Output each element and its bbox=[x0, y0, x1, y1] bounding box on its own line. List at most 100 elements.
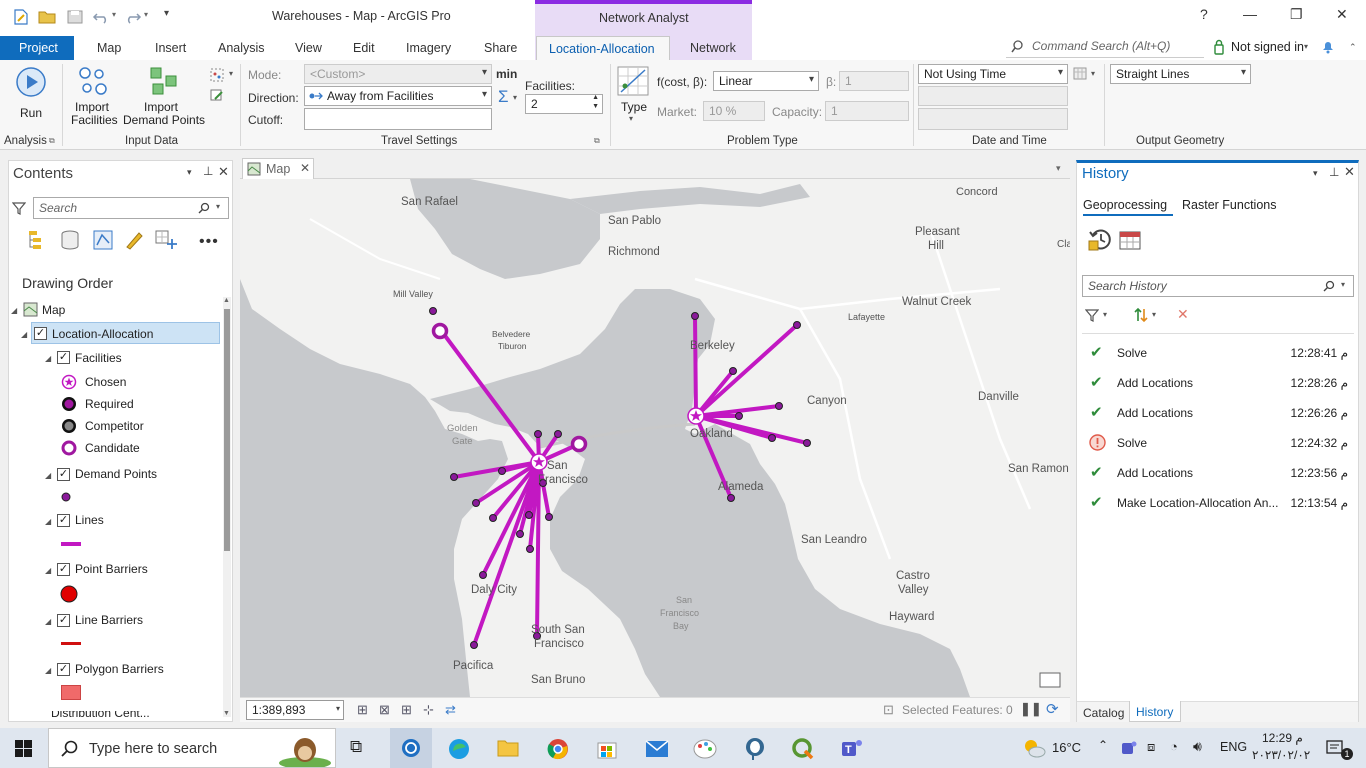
help-button[interactable]: ? bbox=[1200, 6, 1208, 22]
travel-launcher-icon[interactable]: ⧉ bbox=[594, 136, 600, 146]
refresh-icon[interactable]: ⟳ bbox=[1046, 700, 1059, 718]
tree-location-allocation[interactable]: Location-Allocation bbox=[52, 327, 153, 341]
history-item[interactable]: ✔ Add Locations 12:26:26 م bbox=[1077, 400, 1358, 426]
close-button[interactable]: ✕ bbox=[1336, 6, 1348, 23]
search-dropdown-icon[interactable]: ▾ bbox=[216, 202, 220, 211]
drawing-order-icon[interactable] bbox=[27, 229, 49, 251]
select-dropdown-icon[interactable]: ▾ bbox=[229, 69, 233, 78]
select-features-icon[interactable] bbox=[210, 68, 224, 82]
map-tab-menu-icon[interactable]: ▾ bbox=[1056, 163, 1061, 174]
market-input[interactable]: 10 % bbox=[703, 101, 765, 121]
tab-catalog[interactable]: Catalog bbox=[1083, 706, 1124, 720]
lines-collapse-icon[interactable]: ◢ bbox=[45, 517, 51, 526]
cutoff-input[interactable] bbox=[304, 108, 492, 130]
history-calendar-icon[interactable] bbox=[1119, 229, 1141, 251]
facilities-collapse-icon[interactable]: ◢ bbox=[45, 354, 51, 363]
history-item[interactable]: Solve 12:24:32 م bbox=[1077, 430, 1358, 456]
layer-collapse-icon[interactable]: ◢ bbox=[21, 330, 27, 339]
tree-distribution-row[interactable]: Distribution Cent... bbox=[9, 711, 223, 721]
demand-checkbox[interactable]: ✓ bbox=[57, 468, 70, 481]
redo-dropdown-icon[interactable]: ▾ bbox=[144, 10, 148, 19]
tab-location-allocation[interactable]: Location-Allocation bbox=[536, 36, 670, 61]
ms-store-icon[interactable] bbox=[596, 738, 618, 760]
output-geometry-select[interactable]: Straight Lines bbox=[1110, 64, 1251, 84]
tab-imagery[interactable]: Imagery bbox=[406, 41, 451, 55]
chrome-icon[interactable] bbox=[547, 738, 569, 760]
map-canvas[interactable]: San Rafael San Pablo Richmond Concord Pl… bbox=[240, 179, 1070, 697]
input-language[interactable]: ENG bbox=[1220, 740, 1247, 754]
map-tab-close-icon[interactable]: ✕ bbox=[300, 161, 310, 175]
taskbar-search-input[interactable]: Type here to search bbox=[48, 728, 336, 768]
snapping-icon[interactable] bbox=[154, 229, 178, 251]
contents-scrollbar-thumb[interactable] bbox=[224, 309, 230, 551]
history-pane-menu-icon[interactable]: ▾ bbox=[1313, 168, 1318, 179]
facilities-checkbox[interactable]: ✓ bbox=[57, 351, 70, 364]
redo-icon[interactable] bbox=[124, 9, 142, 25]
tab-history-bottom[interactable]: History bbox=[1129, 701, 1181, 722]
mail-icon[interactable] bbox=[645, 740, 669, 758]
run-button[interactable]: Run bbox=[8, 66, 54, 122]
navigation-icon[interactable]: ⇄ bbox=[445, 702, 456, 718]
postgresql-icon[interactable] bbox=[744, 737, 766, 761]
tree-demand-points[interactable]: Demand Points bbox=[75, 467, 157, 481]
point-barriers-checkbox[interactable]: ✓ bbox=[57, 563, 70, 576]
tab-analysis[interactable]: Analysis bbox=[218, 41, 265, 55]
minimize-button[interactable]: — bbox=[1243, 6, 1257, 22]
tree-facilities[interactable]: Facilities bbox=[75, 351, 122, 365]
tab-share[interactable]: Share bbox=[484, 41, 517, 55]
history-search-input[interactable]: Search History ▾ bbox=[1082, 275, 1354, 297]
history-item[interactable]: ✔ Add Locations 12:23:56 م bbox=[1077, 460, 1358, 486]
selection-icon[interactable] bbox=[92, 229, 114, 251]
tab-network[interactable]: Network bbox=[690, 41, 736, 55]
calendar-icon[interactable] bbox=[1073, 67, 1087, 80]
sign-in-dropdown-icon[interactable]: ▾ bbox=[1304, 42, 1308, 51]
sort-dropdown-icon[interactable]: ▾ bbox=[1152, 310, 1156, 319]
problem-type-button[interactable]: Type ▾ bbox=[615, 64, 653, 124]
customize-qat-icon[interactable]: ▾ bbox=[164, 8, 169, 19]
history-filter-dropdown-icon[interactable]: ▾ bbox=[1103, 310, 1107, 319]
history-close-icon[interactable]: ✕ bbox=[1344, 164, 1355, 180]
lines-checkbox[interactable]: ✓ bbox=[57, 514, 70, 527]
direction-select[interactable]: Away from Facilities bbox=[304, 86, 492, 106]
pin-icon[interactable]: ⊥ bbox=[203, 164, 213, 178]
scale-select[interactable]: 1:389,893 ▾ bbox=[246, 700, 344, 720]
tree-map[interactable]: Map bbox=[42, 303, 65, 317]
ribbon-collapse-icon[interactable]: ⌃ bbox=[1349, 42, 1357, 53]
pause-drawing-icon[interactable]: ❚❚ bbox=[1020, 701, 1042, 717]
map-extent-icon[interactable]: ⊞ bbox=[357, 702, 368, 718]
pane-close-icon[interactable]: ✕ bbox=[218, 164, 229, 180]
task-view-icon[interactable]: ⧉ bbox=[350, 737, 362, 757]
tree-distribution-center[interactable]: Distribution Cent... bbox=[51, 711, 150, 720]
import-facilities-button[interactable]: Import Facilities bbox=[68, 64, 118, 130]
tray-chevron-icon[interactable]: ⌃ bbox=[1098, 738, 1108, 752]
polygon-barriers-checkbox[interactable]: ✓ bbox=[57, 663, 70, 676]
save-icon[interactable] bbox=[66, 9, 84, 25]
edge-icon[interactable] bbox=[448, 738, 470, 760]
history-item[interactable]: ✔ Make Location-Allocation An... 12:13:5… bbox=[1077, 490, 1358, 516]
calendar-dropdown-icon[interactable]: ▾ bbox=[1091, 69, 1095, 78]
history-list-icon[interactable] bbox=[1087, 226, 1113, 252]
weather-icon[interactable] bbox=[1022, 738, 1046, 758]
demand-collapse-icon[interactable]: ◢ bbox=[45, 471, 51, 480]
tab-edit[interactable]: Edit bbox=[353, 41, 375, 55]
sort-icon[interactable] bbox=[1134, 307, 1148, 323]
undo-icon[interactable] bbox=[92, 9, 110, 25]
tab-view[interactable]: View bbox=[295, 41, 322, 55]
qgis-icon[interactable] bbox=[792, 738, 814, 760]
import-demand-points-button[interactable]: Import Demand Points bbox=[122, 64, 206, 130]
accumulate-dropdown-icon[interactable]: ▾ bbox=[513, 93, 517, 102]
time-select[interactable]: Not Using Time bbox=[918, 64, 1068, 84]
map-tab[interactable]: Map ✕ bbox=[242, 158, 314, 179]
tree-line-barriers[interactable]: Line Barriers bbox=[75, 613, 143, 627]
stepper-up-icon[interactable]: ▲ bbox=[592, 94, 599, 101]
teams-icon[interactable]: T bbox=[840, 737, 864, 759]
tree-point-barriers[interactable]: Point Barriers bbox=[75, 562, 148, 576]
line-barriers-collapse-icon[interactable]: ◢ bbox=[45, 617, 51, 626]
tree-lines[interactable]: Lines bbox=[75, 513, 104, 527]
fcost-select[interactable]: Linear bbox=[713, 71, 819, 91]
tree-polygon-barriers[interactable]: Polygon Barriers bbox=[75, 662, 164, 676]
open-folder-icon[interactable] bbox=[38, 9, 56, 25]
tab-geoprocessing[interactable]: Geoprocessing bbox=[1083, 198, 1167, 212]
new-project-icon[interactable] bbox=[12, 9, 30, 25]
paint-icon[interactable] bbox=[693, 738, 717, 760]
